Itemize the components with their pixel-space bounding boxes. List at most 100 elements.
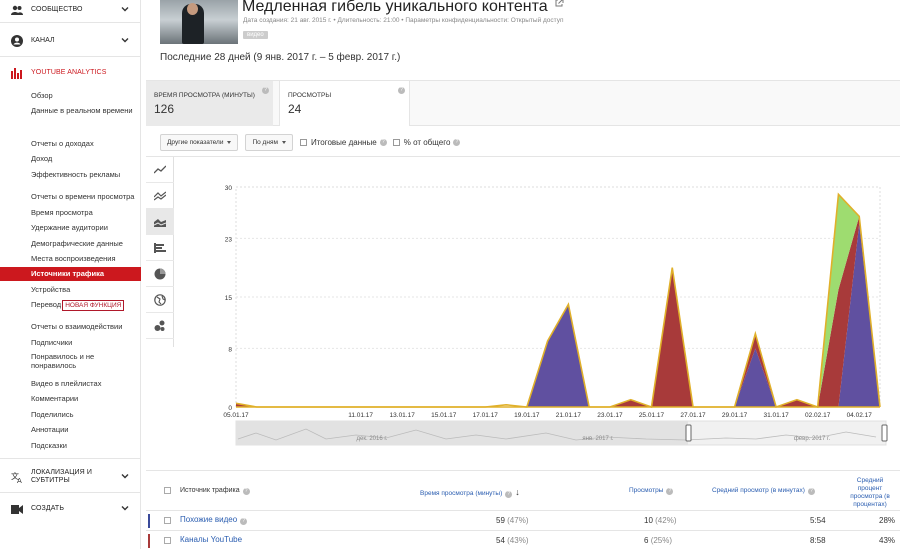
sidebar-item-overview[interactable]: Обзор [31, 91, 136, 100]
sidebar-item-audience-retention[interactable]: Удержание аудитории [31, 223, 136, 232]
metrics-dropdown[interactable]: Другие показатели [160, 133, 239, 151]
sidebar-item-devices[interactable]: Устройства [31, 285, 136, 294]
svg-text:A: A [17, 477, 22, 483]
video-camera-icon [11, 503, 23, 515]
header-views[interactable]: Просмотры? [629, 487, 674, 495]
y-tick-label: 23 [225, 236, 233, 243]
source-name[interactable]: Похожие видео [180, 515, 237, 524]
metrics-bar: Время просмотра (минуты) 126 ? Просмотры… [146, 80, 900, 126]
sidebar-item-playlists[interactable]: Видео в плейлистах [31, 379, 136, 388]
help-icon[interactable]: ? [262, 87, 269, 94]
metric-card-views[interactable]: Просмотры 24 ? [279, 81, 410, 126]
sidebar-item-likes[interactable]: Понравилось и не понравилось [31, 352, 136, 370]
sidebar-item-demographics[interactable]: Демографические данные [31, 239, 136, 248]
sidebar-item-engagement-reports[interactable]: Отчеты о взаимодействии [31, 322, 136, 331]
sidebar-section-localization[interactable]: 文A Локализация и субтитры [0, 467, 141, 487]
sidebar-item-revenue[interactable]: Доход [31, 154, 136, 163]
help-icon[interactable]: ? [453, 138, 461, 146]
header-label: Просмотры [629, 487, 664, 494]
series-color-marker [148, 514, 150, 528]
help-icon[interactable]: ? [379, 138, 387, 146]
metric-card-watch-time[interactable]: Время просмотра (минуты) 126 ? [146, 81, 273, 126]
navigator-label: февр. 2017 г. [794, 436, 831, 442]
sidebar-item-ad-performance[interactable]: Эффективность рекламы [31, 170, 136, 179]
sidebar-item-realtime[interactable]: Данные в реальном времени [31, 106, 136, 115]
sidebar-section-community[interactable]: Сообщество [0, 0, 141, 20]
header-watch-time[interactable]: Время просмотра (минуты)? ↓ [420, 487, 520, 498]
help-icon[interactable]: ? [240, 518, 248, 525]
date-range: Последние 28 дней (9 янв. 2017 г. – 5 фе… [160, 52, 401, 63]
x-tick-label: 04.02.17 [847, 412, 873, 419]
analytics-bars-icon [11, 67, 23, 79]
sidebar-item-sharing[interactable]: Поделились [31, 410, 136, 419]
header-source[interactable]: Источник трафика? [180, 487, 250, 495]
table-header: Источник трафика? Время просмотра (минут… [146, 471, 900, 511]
x-tick-label: 02.02.17 [805, 412, 831, 419]
range-navigator-shade [236, 421, 688, 445]
totals-checkbox[interactable]: Итоговые данные? [299, 138, 387, 147]
table-row[interactable]: Каналы YouTube 54 (43%) 6 (25%) 8:58 43% [146, 530, 900, 549]
checkbox-box[interactable] [299, 138, 307, 146]
header-label: Время просмотра (минуты) [420, 490, 503, 497]
header-avg-percentage[interactable]: Средний процент просмотра (в процентах) [846, 477, 894, 509]
sidebar-section-channel[interactable]: Канал [0, 31, 141, 51]
y-tick-label: 0 [228, 405, 232, 412]
y-tick-label: 8 [228, 346, 232, 353]
select-all-checkbox[interactable] [164, 487, 171, 494]
sidebar-item-revenue-reports[interactable]: Отчеты о доходах [31, 139, 136, 148]
external-link-icon[interactable] [554, 0, 564, 8]
row-checkbox[interactable] [164, 537, 171, 544]
header-avg-view-duration[interactable]: Средний просмотр (в минутах)? [712, 487, 815, 495]
checkbox-box[interactable] [392, 138, 400, 146]
x-tick-label: 23.01.17 [597, 412, 623, 419]
watch-time-cell: 54 (43%) [496, 536, 528, 545]
period-dropdown[interactable]: По дням [245, 133, 293, 151]
help-icon[interactable]: ? [505, 491, 513, 498]
translate-icon: 文A [11, 471, 23, 483]
cell-percent: (42%) [655, 516, 677, 525]
sidebar-section-label: Канал [31, 37, 55, 44]
chevron-down-icon[interactable] [120, 4, 130, 14]
filter-bar: Другие показатели По дням Итоговые данны… [146, 128, 900, 156]
x-tick-label: 05.01.17 [223, 412, 249, 419]
chevron-down-icon[interactable] [120, 503, 130, 513]
x-tick-label: 31.01.17 [763, 412, 789, 419]
source-link[interactable]: Каналы YouTube [180, 535, 242, 544]
row-checkbox[interactable] [164, 517, 171, 524]
sidebar-item-subscribers[interactable]: Подписчики [31, 338, 136, 347]
avg-percent-cell: 43% [879, 536, 896, 545]
sidebar-item-cards[interactable]: Подсказки [31, 441, 136, 450]
sidebar: Сообщество Канал YouTube Analytics Обзор… [0, 0, 141, 549]
table-row[interactable]: Похожие видео? 59 (47%) 10 (42%) 5:54 28… [146, 510, 900, 530]
sidebar-item-traffic-sources[interactable]: Источники трафика [0, 267, 141, 281]
help-icon[interactable]: ? [242, 488, 250, 495]
video-title[interactable]: Медленная гибель уникального контента [242, 0, 564, 16]
traffic-sources-chart[interactable]: 0 8 15 23 30 05.01.17 11.01.17 13.01.17 15.01.17… [146, 157, 900, 463]
help-icon[interactable]: ? [398, 87, 405, 94]
sidebar-section-label: YouTube Analytics [31, 69, 107, 76]
sidebar-item-playback-locations[interactable]: Места воспроизведения [31, 254, 136, 263]
video-meta: Дата создания: 21 авг. 2015 г. • Длитель… [243, 17, 564, 24]
x-tick-label: 13.01.17 [390, 412, 416, 419]
sidebar-section-create[interactable]: Создать [0, 499, 141, 519]
percent-checkbox[interactable]: % от общего? [392, 138, 461, 147]
source-link[interactable]: Похожие видео? [180, 515, 248, 525]
x-tick-label: 11.01.17 [348, 412, 373, 419]
sidebar-item-comments[interactable]: Комментарии [31, 394, 136, 403]
cell-percent: (47%) [507, 516, 529, 525]
cell-value: 59 [496, 516, 505, 525]
help-icon[interactable]: ? [807, 488, 815, 495]
x-tick-label: 15.01.17 [431, 412, 457, 419]
sidebar-section-analytics[interactable]: YouTube Analytics [0, 63, 141, 83]
help-icon[interactable]: ? [666, 488, 674, 495]
sidebar-item-watch-time-reports[interactable]: Отчеты о времени просмотра [31, 192, 136, 201]
chevron-down-icon[interactable] [120, 471, 130, 481]
video-thumbnail[interactable] [160, 0, 238, 44]
chevron-down-icon[interactable] [120, 35, 130, 45]
sidebar-item-watch-time[interactable]: Время просмотра [31, 208, 136, 217]
source-name[interactable]: Каналы YouTube [180, 535, 242, 544]
x-tick-label: 27.01.17 [680, 412, 706, 419]
sidebar-item-annotations[interactable]: Аннотации [31, 425, 136, 434]
video-title-text[interactable]: Медленная гибель уникального контента [242, 0, 548, 15]
sidebar-item-translation[interactable]: Перевод НОВАЯ ФУНКЦИЯ [31, 300, 136, 311]
